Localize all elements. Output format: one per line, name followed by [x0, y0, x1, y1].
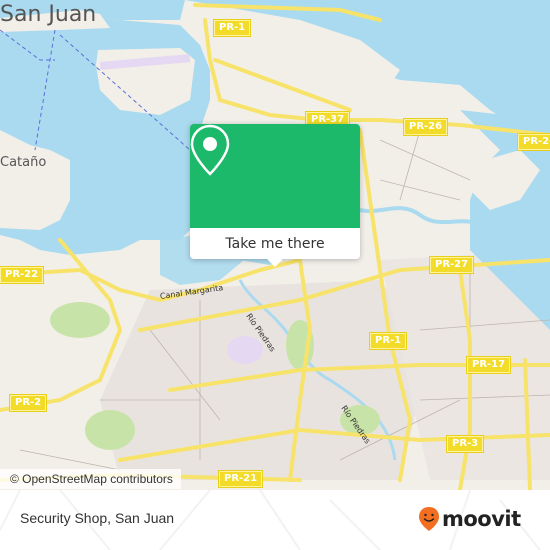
- popup-pointer: [266, 258, 284, 267]
- take-me-there-button[interactable]: Take me there: [190, 228, 360, 259]
- moovit-pin-icon: [419, 507, 439, 531]
- map-attribution[interactable]: © OpenStreetMap contributors: [0, 469, 181, 489]
- road-shield-pr-1-south: PR-1: [370, 333, 407, 349]
- brand-name: moovit: [442, 507, 521, 531]
- map-pin-icon: [190, 124, 230, 176]
- place-name: Security Shop, San Juan: [20, 510, 175, 526]
- road-shield-pr-22: PR-22: [0, 267, 44, 283]
- moovit-logo[interactable]: moovit: [418, 506, 521, 532]
- road-shield-pr-26: PR-26: [404, 119, 448, 135]
- road-shield-pr-2: PR-2: [10, 395, 47, 411]
- footer: Security Shop, San Juan moovit: [0, 490, 550, 550]
- road-shield-pr-26-east: PR-26: [518, 134, 550, 150]
- road-shield-pr-17: PR-17: [467, 357, 511, 373]
- city-label-catano: Cataño: [0, 155, 47, 170]
- road-shield-pr-27: PR-27: [430, 257, 474, 273]
- road-shield-pr-21: PR-21: [219, 471, 263, 487]
- map-view[interactable]: San Juan Cataño PR-1 PR-37 PR-26 PR-26 P…: [0, 0, 550, 490]
- city-label-san-juan: San Juan: [0, 2, 97, 27]
- road-shield-pr-1: PR-1: [214, 20, 251, 36]
- road-shield-pr-3: PR-3: [447, 436, 484, 452]
- location-popup[interactable]: Take me there: [190, 124, 360, 267]
- popup-header: [190, 124, 360, 228]
